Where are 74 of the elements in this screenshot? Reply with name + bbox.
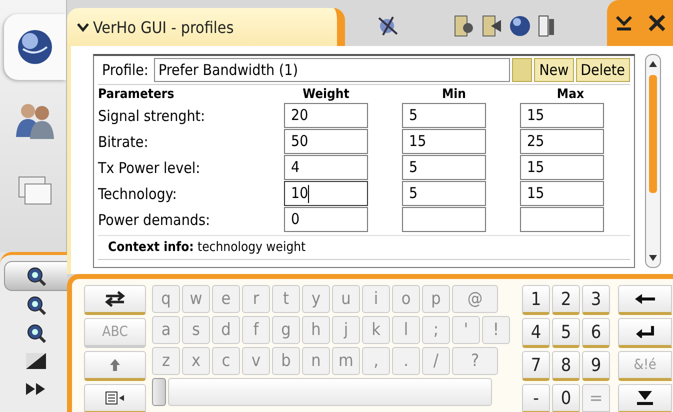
- action-key[interactable]: &!é: [618, 351, 672, 381]
- menu-icon: [105, 391, 125, 405]
- action-key[interactable]: [618, 285, 672, 315]
- globe-icon: [15, 27, 55, 67]
- input-field[interactable]: 25: [520, 129, 604, 154]
- parameter-label: Technology:: [98, 184, 178, 202]
- parameter-label: Bitrate:: [98, 132, 150, 150]
- input-field[interactable]: 50: [284, 129, 368, 154]
- scrollbar[interactable]: [645, 54, 661, 268]
- space-bar-handle[interactable]: [152, 378, 166, 406]
- arrow-down-to-bar-icon: [637, 391, 653, 405]
- number-key[interactable]: 0: [552, 384, 580, 412]
- chevron-down-icon: [77, 22, 89, 32]
- search-icon: [26, 323, 46, 343]
- action-key[interactable]: [618, 384, 672, 412]
- number-key[interactable]: 2: [552, 285, 580, 315]
- column-header: Parameters: [98, 87, 176, 102]
- app-switcher-item[interactable]: [4, 14, 66, 80]
- input-field[interactable]: 5: [402, 181, 486, 206]
- column-header: Weight: [302, 87, 350, 102]
- parameter-label: Signal strenght:: [98, 106, 206, 124]
- number-key[interactable]: 8: [552, 351, 580, 381]
- minimize-icon[interactable]: [614, 14, 632, 32]
- settings-icon[interactable]: [453, 14, 475, 38]
- input-field[interactable]: 15: [402, 129, 486, 154]
- search-icon: [26, 295, 46, 315]
- input-field[interactable]: 0: [284, 207, 368, 232]
- parameter-label: Tx Power level:: [98, 158, 202, 176]
- action-key[interactable]: [618, 318, 672, 348]
- title-tab[interactable]: VerHo GUI - profiles: [67, 8, 345, 46]
- enter-icon: [636, 326, 654, 338]
- number-key[interactable]: 3: [582, 285, 610, 315]
- input-field[interactable]: 15: [520, 103, 604, 128]
- globe-icon[interactable]: [509, 15, 531, 37]
- column-header: Max: [556, 87, 585, 102]
- input-field[interactable]: 15: [520, 155, 604, 180]
- profile-action-button[interactable]: Delete: [576, 58, 630, 82]
- arrow-up-icon: [110, 359, 120, 371]
- input-field[interactable]: 10: [284, 181, 368, 206]
- swap-icon: [104, 291, 126, 307]
- profile-label: Profile:: [101, 61, 150, 79]
- speaker-icon[interactable]: [481, 14, 503, 38]
- profile-action-button[interactable]: New: [534, 58, 574, 82]
- context-info: Context info: technology weight: [98, 235, 630, 260]
- number-key[interactable]: 4: [522, 318, 550, 348]
- input-field[interactable]: [402, 207, 486, 232]
- search-icon: [26, 266, 46, 286]
- close-icon[interactable]: [648, 14, 666, 32]
- input-field[interactable]: 15: [520, 181, 604, 206]
- input-field[interactable]: 5: [402, 155, 486, 180]
- input-field[interactable]: 5: [402, 103, 486, 128]
- number-key[interactable]: -: [522, 384, 550, 412]
- battery-icon[interactable]: [537, 14, 557, 38]
- contrast-icon: [26, 353, 46, 369]
- scroll-up-icon[interactable]: [648, 59, 658, 69]
- input-field[interactable]: 20: [284, 103, 368, 128]
- profile-field[interactable]: Prefer Bandwidth (1): [154, 58, 510, 82]
- window-title: VerHo GUI - profiles: [93, 18, 234, 36]
- column-header: Min: [441, 87, 467, 102]
- function-key[interactable]: ABC: [84, 318, 146, 348]
- number-key[interactable]: 5: [552, 318, 580, 348]
- number-key[interactable]: 6: [582, 318, 610, 348]
- scroll-down-icon[interactable]: [648, 253, 658, 263]
- parameter-label: Power demands:: [98, 210, 212, 228]
- input-field[interactable]: [520, 207, 604, 232]
- fast-forward-icon: [26, 383, 46, 395]
- function-key[interactable]: [84, 384, 146, 412]
- number-key[interactable]: 7: [522, 351, 550, 381]
- number-key[interactable]: 1: [522, 285, 550, 315]
- arrow-left-icon: [635, 294, 655, 304]
- input-field[interactable]: 4: [284, 155, 368, 180]
- tool-item[interactable]: [4, 261, 67, 291]
- number-key[interactable]: 9: [582, 351, 610, 381]
- function-key[interactable]: [84, 285, 146, 315]
